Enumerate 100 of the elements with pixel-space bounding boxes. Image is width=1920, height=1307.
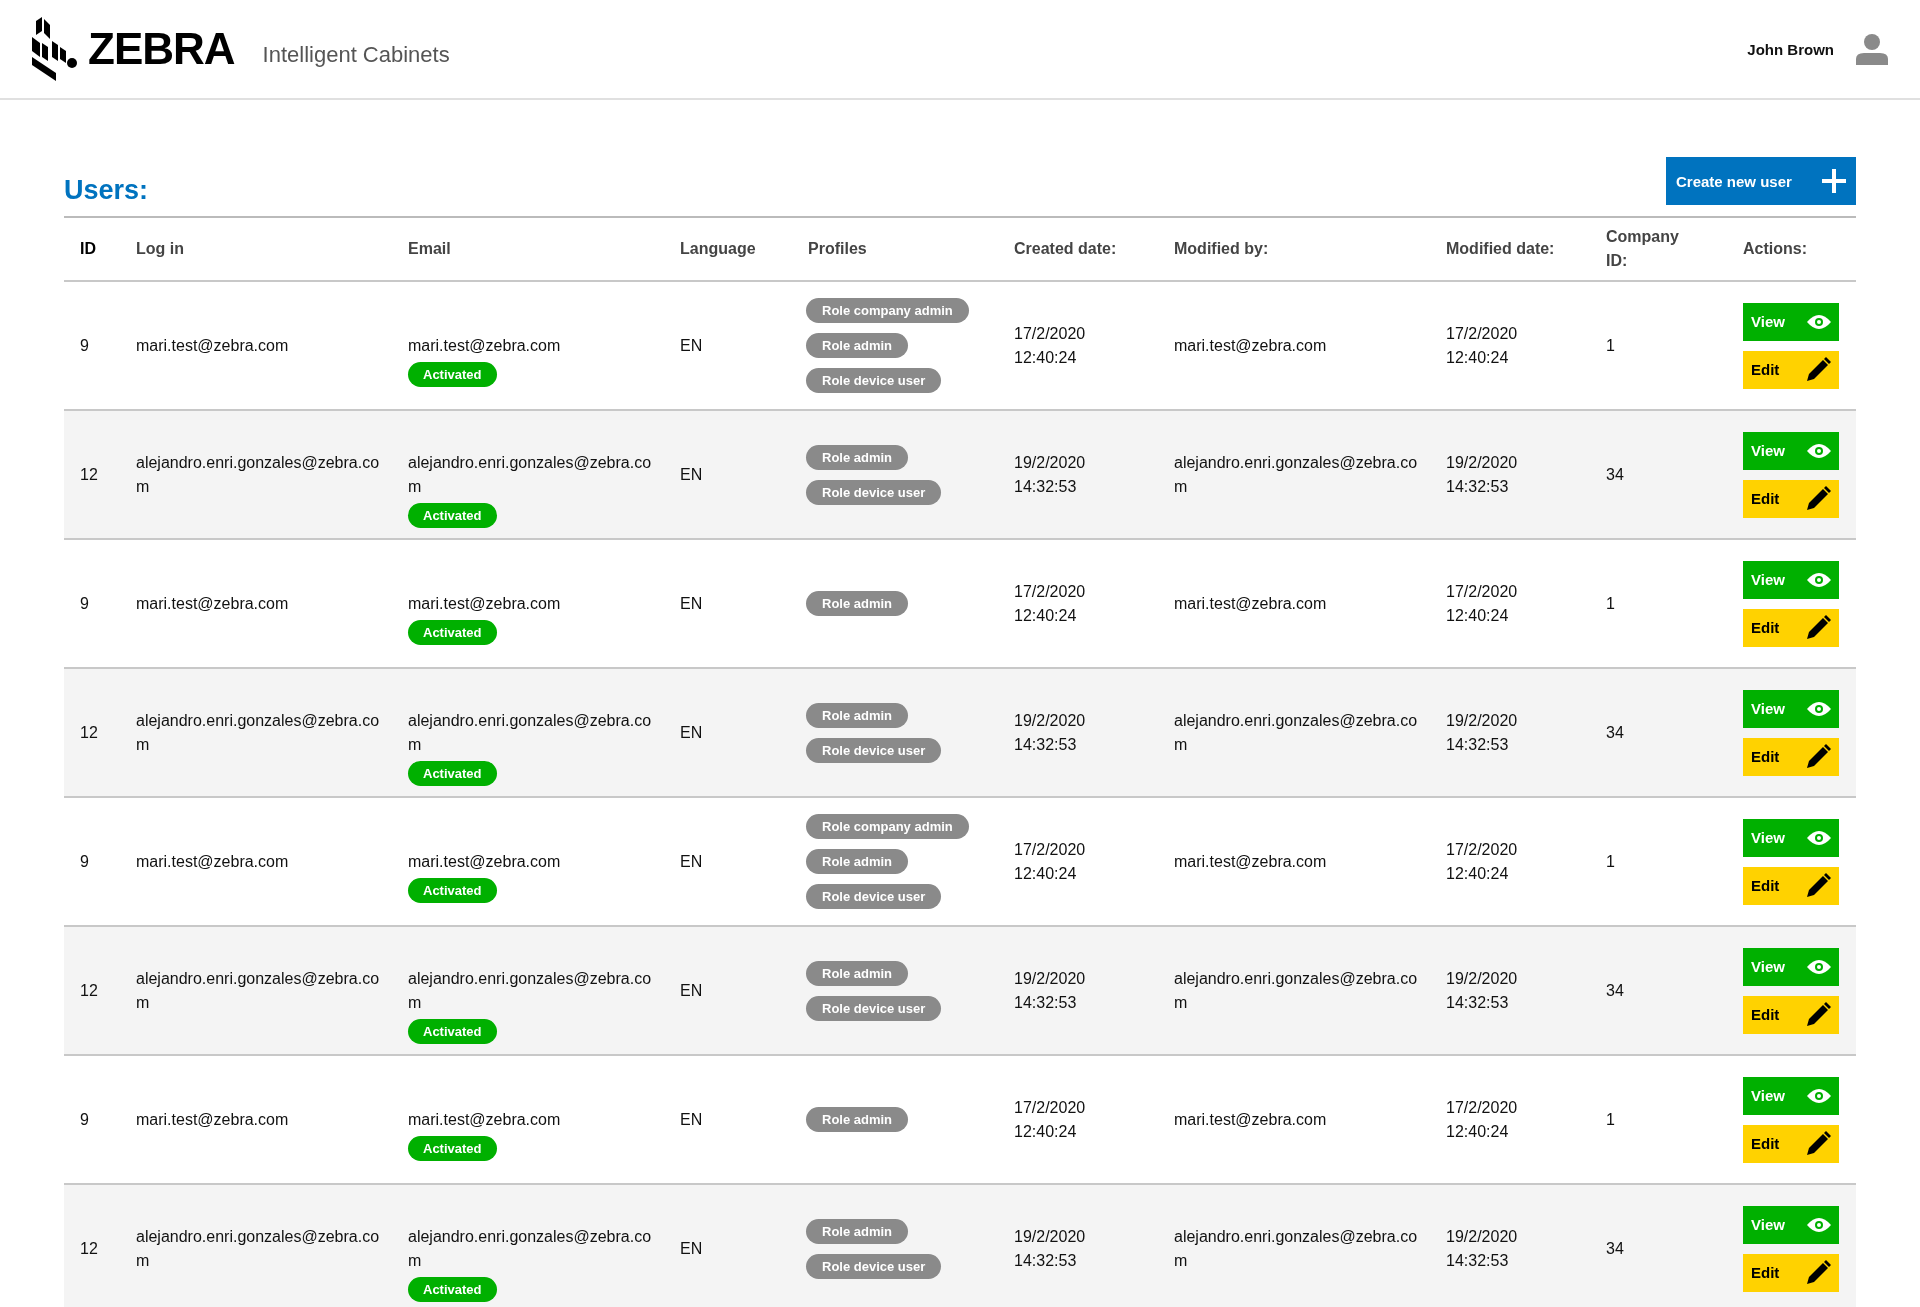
table-cell-text: alejandro.enri.gonzales@zebra.com bbox=[136, 452, 381, 497]
eye-icon bbox=[1807, 313, 1831, 330]
table-cell-text: mari.test@zebra.com bbox=[1174, 593, 1328, 614]
table-cell-text: 17/2/2020 12:40:24 bbox=[1014, 839, 1087, 884]
view-button[interactable]: View bbox=[1743, 947, 1839, 986]
status-badge: Activated bbox=[408, 1018, 497, 1044]
table-cell: 12 bbox=[80, 1239, 98, 1257]
edit-button[interactable]: Edit bbox=[1743, 608, 1839, 647]
eye-icon bbox=[1807, 700, 1831, 717]
table-cell-text: 17/2/2020 12:40:24 bbox=[1446, 581, 1519, 626]
edit-button[interactable]: Edit bbox=[1743, 866, 1839, 905]
column-header: ID bbox=[79, 240, 97, 258]
table-cell: EN bbox=[680, 1239, 703, 1257]
table-cell: EN bbox=[680, 465, 703, 483]
table-cell: EN bbox=[680, 594, 703, 612]
pencil-icon bbox=[1805, 485, 1831, 512]
table-cell: 9 bbox=[80, 852, 89, 870]
table-cell-text: alejandro.enri.gonzales@zebra.com bbox=[1174, 968, 1419, 1013]
pencil-icon bbox=[1805, 1130, 1831, 1157]
pencil-icon bbox=[1805, 743, 1831, 770]
view-button[interactable]: View bbox=[1743, 431, 1839, 470]
view-button[interactable]: View bbox=[1743, 560, 1839, 599]
page-title: Users: bbox=[64, 173, 149, 206]
column-header: Actions: bbox=[1742, 240, 1808, 258]
view-button[interactable]: View bbox=[1743, 689, 1839, 728]
table-cell-text: 17/2/2020 12:40:24 bbox=[1446, 839, 1519, 884]
pencil-icon bbox=[1805, 614, 1831, 641]
column-header: Created date: bbox=[1013, 240, 1118, 258]
table-cell-text: alejandro.enri.gonzales@zebra.com bbox=[408, 452, 653, 497]
table-cell-text: mari.test@zebra.com bbox=[408, 851, 562, 872]
eye-icon bbox=[1807, 958, 1831, 975]
table-cell: 34 bbox=[1606, 465, 1624, 483]
view-button[interactable]: View bbox=[1743, 1076, 1839, 1115]
edit-button[interactable]: Edit bbox=[1743, 995, 1839, 1034]
role-tag: Role device user bbox=[806, 368, 942, 393]
view-button[interactable]: View bbox=[1743, 302, 1839, 341]
table-cell-text: 19/2/2020 14:32:53 bbox=[1446, 968, 1519, 1013]
view-button[interactable]: View bbox=[1743, 818, 1839, 857]
table-cell: 12 bbox=[80, 723, 98, 741]
role-tag: Role device user bbox=[806, 1253, 942, 1279]
table-cell-text: mari.test@zebra.com bbox=[1174, 851, 1328, 872]
table-cell-text: 17/2/2020 12:40:24 bbox=[1014, 1097, 1087, 1142]
role-tag: Role admin bbox=[806, 1107, 909, 1132]
table-cell: EN bbox=[680, 723, 703, 741]
table-cell-text: mari.test@zebra.com bbox=[136, 851, 290, 872]
status-badge: Activated bbox=[408, 760, 497, 786]
table-cell: EN bbox=[680, 852, 703, 870]
table-cell-text: alejandro.enri.gonzales@zebra.com bbox=[136, 968, 381, 1013]
role-tag: Role device user bbox=[806, 995, 942, 1021]
table-cell: 34 bbox=[1606, 723, 1624, 741]
table-cell-text: mari.test@zebra.com bbox=[408, 593, 562, 614]
table-cell-text: 17/2/2020 12:40:24 bbox=[1014, 581, 1087, 626]
table-cell-text: 19/2/2020 14:32:53 bbox=[1014, 968, 1087, 1013]
role-tag: Role device user bbox=[806, 737, 942, 763]
column-header: Language bbox=[679, 240, 757, 258]
table-cell-text: alejandro.enri.gonzales@zebra.com bbox=[408, 1226, 653, 1271]
role-tag: Role admin bbox=[806, 1218, 909, 1244]
table-cell-text: alejandro.enri.gonzales@zebra.com bbox=[408, 710, 653, 755]
table-cell-text: 17/2/2020 12:40:24 bbox=[1014, 323, 1087, 368]
edit-button[interactable]: Edit bbox=[1743, 479, 1839, 518]
table-cell: EN bbox=[680, 981, 703, 999]
eye-icon bbox=[1807, 829, 1831, 846]
logo-text: ZEBRA bbox=[88, 24, 235, 74]
table-cell: 9 bbox=[80, 1110, 89, 1128]
user-name: John Brown bbox=[1747, 40, 1834, 58]
table-cell: 12 bbox=[80, 465, 98, 483]
edit-button[interactable]: Edit bbox=[1743, 737, 1839, 776]
table-cell-text: mari.test@zebra.com bbox=[1174, 335, 1328, 356]
table-cell-text: 17/2/2020 12:40:24 bbox=[1446, 323, 1519, 368]
table-cell-text: alejandro.enri.gonzales@zebra.com bbox=[1174, 1226, 1419, 1271]
pencil-icon bbox=[1805, 1001, 1831, 1028]
column-header: Log in bbox=[135, 240, 185, 258]
status-badge: Activated bbox=[408, 877, 497, 903]
table-cell-text: 17/2/2020 12:40:24 bbox=[1446, 1097, 1519, 1142]
status-badge: Activated bbox=[408, 502, 497, 528]
table-cell: 9 bbox=[80, 336, 89, 354]
table-cell: 12 bbox=[80, 981, 98, 999]
table-cell: 1 bbox=[1606, 1110, 1615, 1128]
role-tag: Role company admin bbox=[806, 814, 969, 839]
edit-button[interactable]: Edit bbox=[1743, 350, 1839, 389]
column-header: Company ID: bbox=[1605, 227, 1680, 271]
edit-button[interactable]: Edit bbox=[1743, 1253, 1839, 1292]
view-button[interactable]: View bbox=[1743, 1205, 1839, 1244]
table-cell: 1 bbox=[1606, 852, 1615, 870]
status-badge: Activated bbox=[408, 361, 497, 387]
table-cell: EN bbox=[680, 1110, 703, 1128]
role-tag: Role company admin bbox=[806, 298, 969, 323]
status-badge: Activated bbox=[408, 1276, 497, 1302]
create-user-button[interactable]: Create new user bbox=[1666, 157, 1856, 205]
role-tag: Role admin bbox=[806, 591, 909, 616]
app-name: Intelligent Cabinets bbox=[262, 42, 450, 68]
edit-button[interactable]: Edit bbox=[1743, 1124, 1839, 1163]
table-cell: 34 bbox=[1606, 981, 1624, 999]
eye-icon bbox=[1807, 571, 1831, 588]
table-cell: EN bbox=[680, 336, 703, 354]
user-avatar-icon[interactable] bbox=[1856, 33, 1888, 65]
role-tag: Role admin bbox=[806, 960, 909, 986]
table-cell-text: 19/2/2020 14:32:53 bbox=[1446, 710, 1519, 755]
table-cell: 34 bbox=[1606, 1239, 1624, 1257]
table-cell: 9 bbox=[80, 594, 89, 612]
